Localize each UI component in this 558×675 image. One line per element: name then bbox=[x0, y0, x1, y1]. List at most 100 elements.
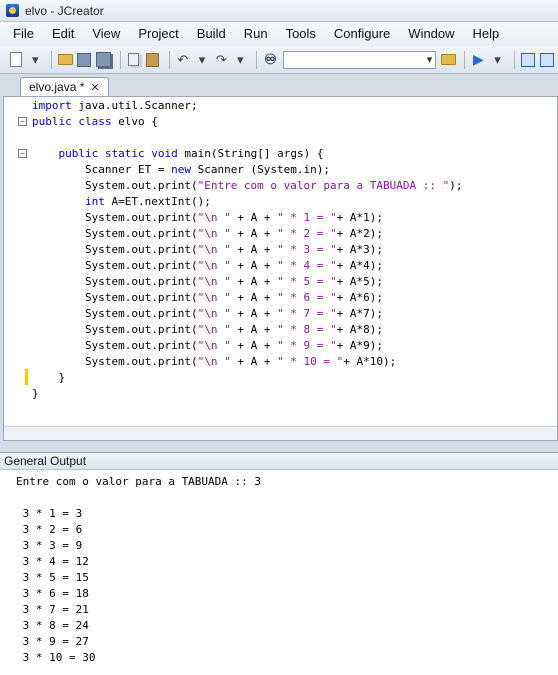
code-keyword: public bbox=[32, 115, 72, 128]
code-line: System.out.print("\n " + A + " * 6 = "+ … bbox=[32, 290, 463, 306]
code-token: System.out.print( bbox=[32, 259, 198, 272]
code-string: "Entre com o valor para a TABUADA :: " bbox=[197, 179, 450, 192]
code-string: " * 7 = " bbox=[277, 307, 337, 320]
menu-help[interactable]: Help bbox=[464, 22, 509, 46]
code-token: + A + bbox=[230, 211, 278, 224]
code-keyword: static bbox=[104, 147, 145, 160]
code-token: System.out.print( bbox=[32, 211, 198, 224]
tab-elvo-java[interactable]: elvo.java * ✕ bbox=[20, 77, 109, 96]
code-token: + A*4); bbox=[336, 259, 384, 272]
save-button[interactable] bbox=[76, 51, 92, 69]
code-string: " * 6 = " bbox=[277, 291, 337, 304]
jcreator-app-icon bbox=[6, 4, 19, 17]
code-keyword: int bbox=[84, 195, 105, 208]
code-token: + A + bbox=[230, 275, 278, 288]
code-text[interactable]: import java.util.Scanner; public class el… bbox=[32, 98, 463, 402]
code-token: System.out.print( bbox=[32, 227, 198, 240]
toolbar-separator bbox=[168, 50, 170, 69]
new-file-button[interactable] bbox=[8, 51, 24, 69]
output-line: 3 * 3 = 9 bbox=[16, 539, 83, 552]
code-token: + A*1); bbox=[336, 211, 384, 224]
code-token: + A + bbox=[230, 355, 278, 368]
change-marker bbox=[25, 369, 28, 385]
output-line: Entre com o valor para a TABUADA :: 3 bbox=[16, 475, 262, 488]
redo-dropdown-button[interactable]: ▾ bbox=[232, 51, 248, 69]
general-output-panel: General Output Entre com o valor para a … bbox=[0, 452, 558, 675]
toolbar-separator bbox=[256, 50, 258, 69]
code-token: + A*9); bbox=[336, 339, 384, 352]
copy-icon bbox=[128, 53, 140, 66]
tab-label: elvo.java * bbox=[29, 80, 85, 94]
menu-view[interactable]: View bbox=[83, 22, 129, 46]
download-button[interactable] bbox=[520, 51, 536, 69]
menu-project[interactable]: Project bbox=[129, 22, 187, 46]
code-keyword: class bbox=[78, 115, 112, 128]
code-string: " * 2 = " bbox=[277, 227, 337, 240]
code-keyword: import bbox=[32, 99, 72, 112]
code-token: System.out.print( bbox=[32, 339, 198, 352]
new-dropdown-button[interactable]: ▾ bbox=[27, 51, 43, 69]
code-string: "\n " bbox=[197, 355, 231, 368]
title-bar: elvo - JCreator bbox=[0, 0, 558, 22]
save-icon bbox=[77, 52, 92, 67]
code-string: "\n " bbox=[197, 275, 231, 288]
chevron-down-icon: ▾ bbox=[494, 51, 501, 67]
upload-button[interactable] bbox=[539, 51, 555, 69]
menu-configure[interactable]: Configure bbox=[325, 22, 399, 46]
code-string: "\n " bbox=[197, 243, 231, 256]
code-line: System.out.print("\n " + A + " * 5 = "+ … bbox=[32, 274, 463, 290]
run-button[interactable]: ▶ bbox=[470, 51, 486, 69]
download-icon bbox=[520, 52, 535, 67]
open-button[interactable] bbox=[57, 51, 73, 69]
code-token: + A + bbox=[230, 339, 278, 352]
menu-run[interactable]: Run bbox=[235, 22, 277, 46]
code-keyword: void bbox=[151, 147, 178, 160]
undo-dropdown-button[interactable]: ▾ bbox=[194, 51, 210, 69]
output-line: 3 * 6 = 18 bbox=[16, 587, 89, 600]
output-line: 3 * 4 = 12 bbox=[16, 555, 89, 568]
code-line: System.out.print("\n " + A + " * 9 = "+ … bbox=[32, 338, 463, 354]
folder-icon bbox=[57, 54, 73, 65]
code-token: ); bbox=[449, 179, 463, 192]
menu-window[interactable]: Window bbox=[399, 22, 463, 46]
toolbar-separator bbox=[51, 50, 53, 69]
close-icon[interactable]: ✕ bbox=[90, 81, 99, 94]
horizontal-scrollbar[interactable] bbox=[4, 426, 557, 440]
code-string: " * 9 = " bbox=[277, 339, 337, 352]
code-string: "\n " bbox=[197, 291, 231, 304]
code-editor[interactable]: − − import java.util.Scanner; public clas… bbox=[3, 96, 558, 441]
code-line: System.out.print("\n " + A + " * 1 = "+ … bbox=[32, 210, 463, 226]
save-all-button[interactable] bbox=[96, 51, 112, 69]
search-combo[interactable] bbox=[283, 50, 437, 69]
undo-button[interactable]: ↶ bbox=[175, 51, 191, 69]
find-in-files-button[interactable] bbox=[440, 51, 456, 69]
code-token: System.out.print( bbox=[32, 307, 198, 320]
menu-build[interactable]: Build bbox=[188, 22, 235, 46]
redo-button[interactable]: ↷ bbox=[213, 51, 229, 69]
binoculars-icon: ♾ bbox=[264, 51, 277, 67]
output-line: 3 * 1 = 3 bbox=[16, 507, 83, 520]
code-line: } bbox=[32, 370, 463, 386]
fold-toggle-icon[interactable]: − bbox=[18, 149, 27, 158]
code-token: + A*5); bbox=[336, 275, 384, 288]
menu-edit[interactable]: Edit bbox=[43, 22, 83, 46]
menu-file[interactable]: File bbox=[4, 22, 43, 46]
copy-button[interactable] bbox=[126, 51, 142, 69]
code-token: + A + bbox=[230, 227, 278, 240]
code-string: "\n " bbox=[197, 307, 231, 320]
menu-tools[interactable]: Tools bbox=[277, 22, 325, 46]
output-line: 3 * 8 = 24 bbox=[16, 619, 89, 632]
toolbar-separator bbox=[119, 50, 121, 69]
save-all-icon bbox=[96, 52, 112, 67]
code-token: + A*2); bbox=[336, 227, 384, 240]
output-text[interactable]: Entre com o valor para a TABUADA :: 3 3 … bbox=[16, 474, 261, 666]
fold-toggle-icon[interactable]: − bbox=[18, 117, 27, 126]
undo-icon: ↶ bbox=[177, 51, 189, 67]
run-dropdown-button[interactable]: ▾ bbox=[489, 51, 505, 69]
paste-button[interactable] bbox=[145, 51, 161, 69]
output-line: 3 * 10 = 30 bbox=[16, 651, 96, 664]
output-line: 3 * 5 = 15 bbox=[16, 571, 89, 584]
find-button[interactable]: ♾ bbox=[262, 51, 278, 69]
code-token: A=ET.nextInt(); bbox=[104, 195, 211, 208]
